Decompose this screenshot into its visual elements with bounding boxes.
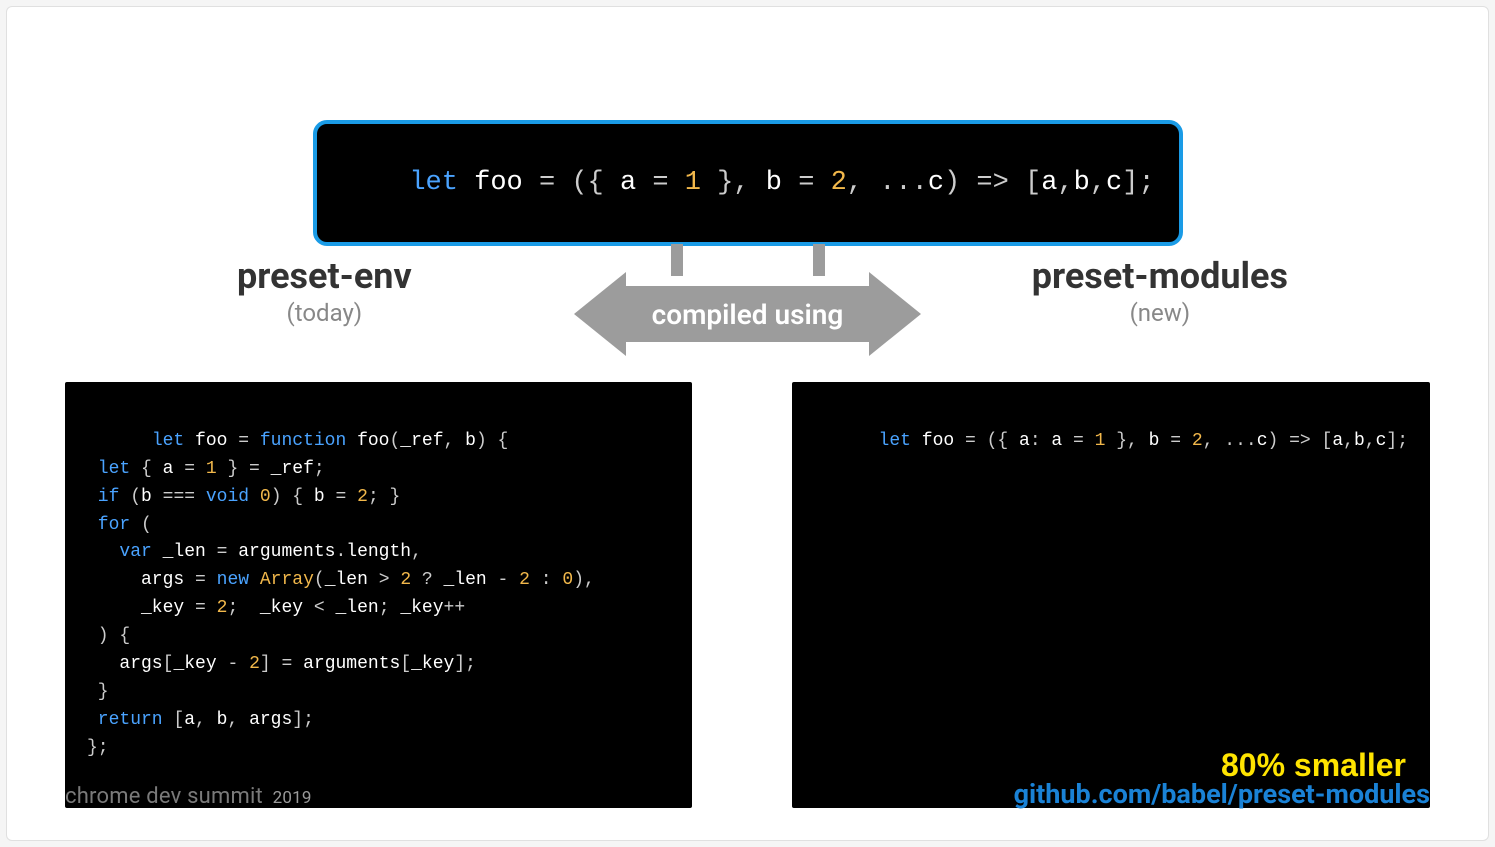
event-name: chrome dev summit — [65, 784, 263, 809]
source-code: let foo = ({ a = 1 }, b = 2, ...c) => [a… — [409, 168, 1154, 198]
preset-modules-code: let foo = ({ a: a = 1 }, b = 2, ...c) =>… — [879, 431, 1408, 451]
source-code-box: let foo = ({ a = 1 }, b = 2, ...c) => [a… — [313, 120, 1183, 246]
arrow-left-icon — [574, 272, 626, 356]
github-link[interactable]: github.com/babel/preset-modules — [1014, 778, 1430, 810]
slide: let foo = ({ a = 1 }, b = 2, ...c) => [a… — [6, 6, 1489, 841]
output-panels: let foo = function foo(_ref, b) { let { … — [65, 382, 1430, 808]
preset-env-code: let foo = function foo(_ref, b) { let { … — [87, 431, 595, 758]
event-label: chrome dev summit 2019 — [65, 784, 312, 809]
event-year: 2019 — [273, 788, 312, 808]
double-arrow-icon: compiled using — [574, 272, 922, 356]
arrow-right-icon — [869, 272, 921, 356]
arrow-stem-left — [671, 244, 683, 276]
arrow-stems — [671, 244, 825, 276]
arrow-diagram: compiled using — [65, 244, 1430, 356]
arrow-label: compiled using — [626, 286, 870, 342]
arrow-stem-right — [813, 244, 825, 276]
slide-footer: chrome dev summit 2019 github.com/babel/… — [65, 778, 1430, 810]
preset-modules-output: let foo = ({ a: a = 1 }, b = 2, ...c) =>… — [792, 382, 1430, 808]
preset-env-output: let foo = function foo(_ref, b) { let { … — [65, 382, 692, 808]
